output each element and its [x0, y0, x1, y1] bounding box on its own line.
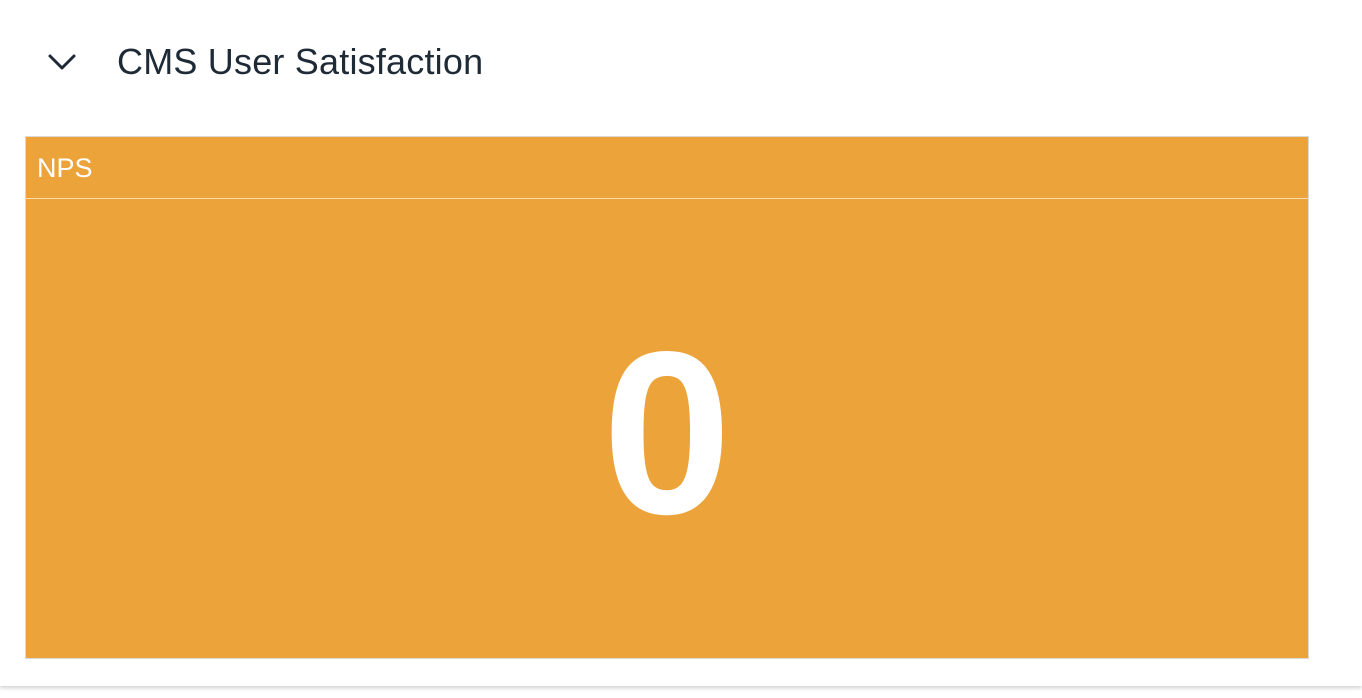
nps-tile[interactable]: NPS 0 [25, 136, 1309, 659]
tile-body: 0 [26, 199, 1308, 658]
chevron-down-icon [48, 54, 76, 70]
tile-header: NPS [26, 137, 1308, 199]
section-title: CMS User Satisfaction [117, 41, 484, 82]
dashboard-section: CMS User Satisfaction NPS 0 [0, 0, 1362, 686]
tile-title: NPS [37, 153, 93, 183]
nps-value: 0 [602, 303, 732, 563]
collapse-section-button[interactable] [40, 44, 84, 80]
section-header: CMS User Satisfaction [0, 0, 1362, 124]
dashboard-page: CMS User Satisfaction NPS 0 [0, 0, 1362, 698]
